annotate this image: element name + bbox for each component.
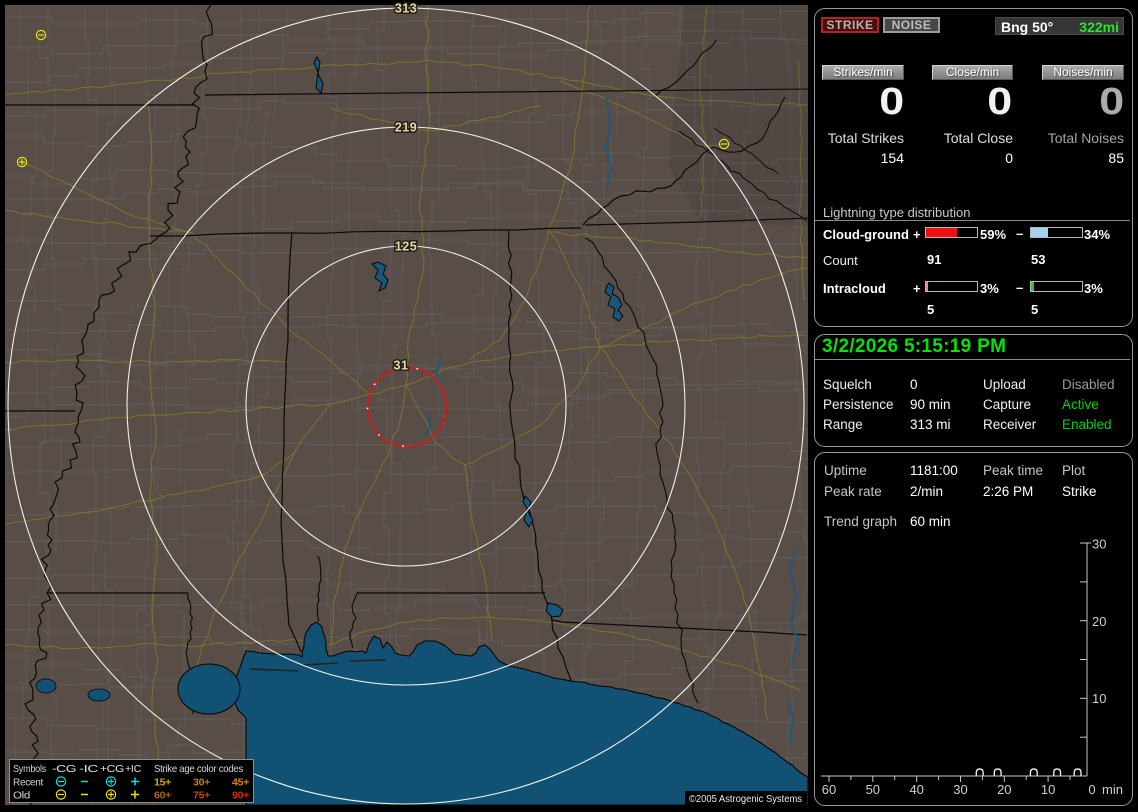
- svg-text:313: 313: [395, 2, 417, 16]
- svg-text:Recent: Recent: [13, 777, 43, 789]
- svg-text:10: 10: [1041, 782, 1055, 797]
- svg-text:-CG: -CG: [52, 763, 76, 775]
- svg-text:50: 50: [866, 782, 880, 797]
- svg-text:0: 0: [1088, 782, 1095, 797]
- svg-text:31: 31: [394, 359, 409, 373]
- svg-text:min: min: [1102, 782, 1123, 797]
- svg-text:+IC: +IC: [125, 763, 142, 775]
- svg-text:75+: 75+: [193, 790, 210, 802]
- svg-text:10: 10: [1092, 691, 1106, 706]
- svg-text:125: 125: [395, 240, 417, 254]
- svg-text:©2005 Astrogenic Systems: ©2005 Astrogenic Systems: [689, 793, 802, 805]
- svg-text:45+: 45+: [232, 777, 249, 789]
- svg-text:40: 40: [909, 782, 923, 797]
- svg-text:30+: 30+: [193, 777, 210, 789]
- svg-text:20: 20: [997, 782, 1011, 797]
- svg-text:Strike age color codes: Strike age color codes: [154, 763, 243, 775]
- svg-text:219: 219: [395, 121, 417, 135]
- svg-text:Symbols: Symbols: [13, 763, 46, 775]
- svg-text:60: 60: [822, 782, 836, 797]
- svg-text:30: 30: [1092, 537, 1106, 552]
- svg-text:20: 20: [1092, 614, 1106, 629]
- svg-text:15+: 15+: [154, 777, 171, 789]
- svg-text:90+: 90+: [232, 790, 249, 802]
- svg-text:60+: 60+: [154, 790, 171, 802]
- svg-text:Old: Old: [13, 790, 30, 802]
- svg-text:+CG: +CG: [100, 763, 124, 775]
- svg-text:30: 30: [953, 782, 967, 797]
- svg-text:-IC: -IC: [79, 763, 99, 775]
